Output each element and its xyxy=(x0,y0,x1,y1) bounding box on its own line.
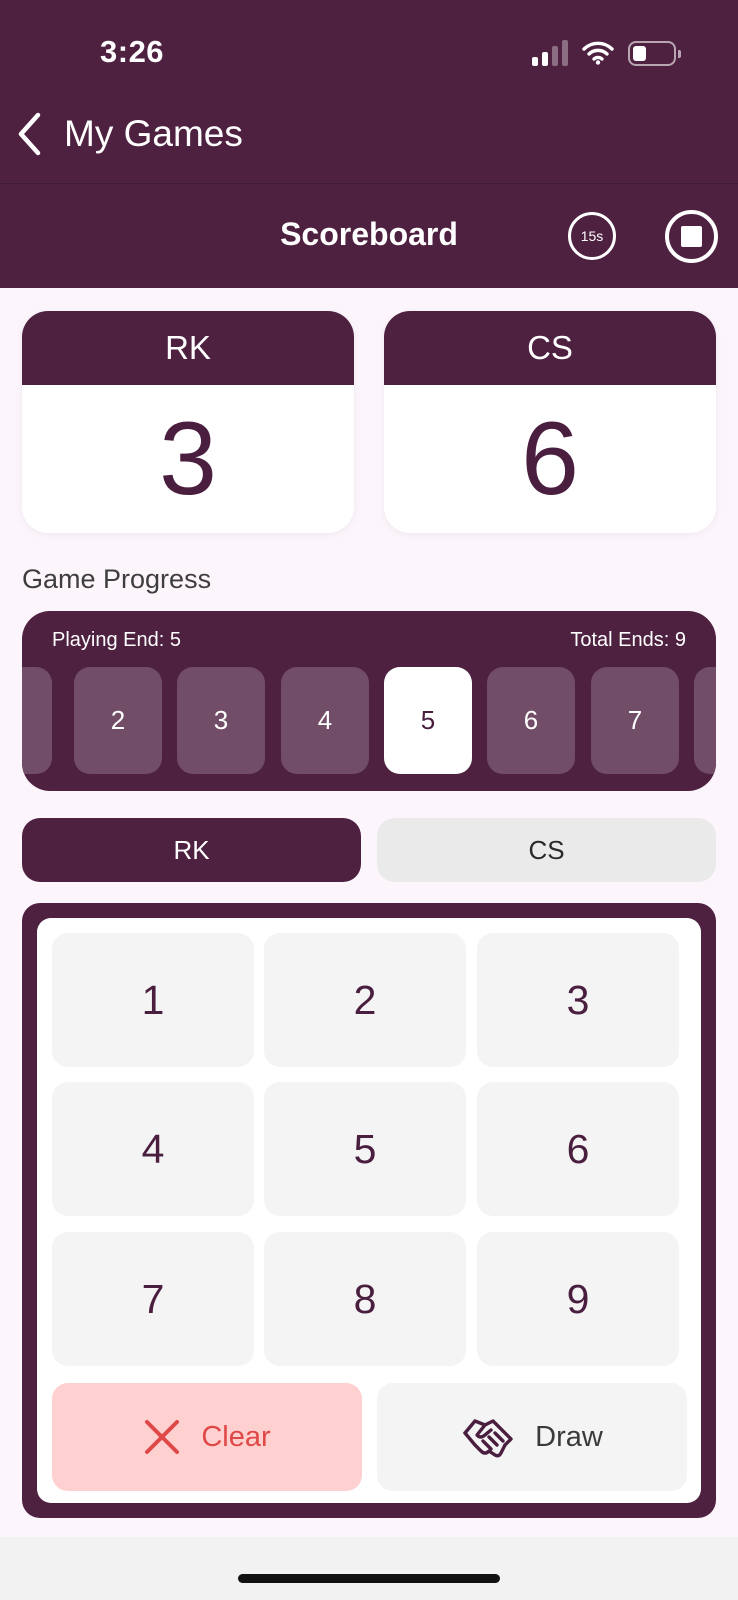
timer-button[interactable]: 15s xyxy=(568,212,616,260)
key-6[interactable]: 6 xyxy=(477,1082,679,1216)
handshake-icon xyxy=(463,1419,513,1458)
stop-button[interactable] xyxy=(665,210,718,263)
key-4[interactable]: 4 xyxy=(52,1082,254,1216)
team-score: 6 xyxy=(521,400,579,517)
team-toggle-rk[interactable]: RK xyxy=(22,818,361,882)
game-progress-label: Game Progress xyxy=(22,564,212,594)
team-card-cs: CS 6 xyxy=(384,311,716,533)
status-time: 3:26 xyxy=(100,34,165,69)
page-title: Scoreboard xyxy=(280,216,458,252)
keypad-frame: 1 2 3 4 5 6 7 8 9 Clear Draw xyxy=(22,903,716,1518)
clear-label: Clear xyxy=(201,1420,271,1453)
key-8[interactable]: 8 xyxy=(264,1232,466,1366)
key-3[interactable]: 3 xyxy=(477,933,679,1067)
home-indicator[interactable] xyxy=(238,1574,500,1583)
end-chip[interactable]: 2 xyxy=(74,667,162,774)
close-icon xyxy=(145,1420,180,1454)
key-7[interactable]: 7 xyxy=(52,1232,254,1366)
chevron-left-icon xyxy=(18,112,41,156)
team-name: RK xyxy=(22,311,354,385)
game-progress-card: Playing End: 5 Total Ends: 9 2 3 4 5 6 7 xyxy=(22,611,716,791)
end-chip[interactable]: 3 xyxy=(177,667,265,774)
end-chip-active[interactable]: 5 xyxy=(384,667,472,774)
back-button[interactable]: My Games xyxy=(16,112,243,156)
keypad: 1 2 3 4 5 6 7 8 9 Clear Draw xyxy=(37,918,701,1503)
team-card-rk: RK 3 xyxy=(22,311,354,533)
top-bar: 3:26 My Games Scoreboard 15s xyxy=(0,0,738,288)
nav-divider xyxy=(0,183,738,184)
key-5[interactable]: 5 xyxy=(264,1082,466,1216)
end-chip[interactable] xyxy=(22,667,52,774)
battery-icon xyxy=(628,40,681,66)
stop-icon xyxy=(681,226,702,247)
clear-button[interactable]: Clear xyxy=(52,1383,362,1491)
end-chip[interactable]: 6 xyxy=(487,667,575,774)
status-icons xyxy=(532,40,681,66)
draw-label: Draw xyxy=(535,1420,603,1453)
team-name: CS xyxy=(384,311,716,385)
ends-scroller[interactable]: 2 3 4 5 6 7 xyxy=(22,667,716,775)
team-score: 3 xyxy=(159,400,217,517)
key-2[interactable]: 2 xyxy=(264,933,466,1067)
bottom-safe-area xyxy=(0,1537,738,1600)
end-chip[interactable] xyxy=(694,667,716,774)
end-chip[interactable]: 7 xyxy=(591,667,679,774)
wifi-icon xyxy=(582,41,614,65)
total-ends-label: Total Ends: 9 xyxy=(570,629,686,651)
playing-end-label: Playing End: 5 xyxy=(52,629,181,651)
draw-button[interactable]: Draw xyxy=(377,1383,687,1491)
team-toggle-cs[interactable]: CS xyxy=(377,818,716,882)
key-1[interactable]: 1 xyxy=(52,933,254,1067)
key-9[interactable]: 9 xyxy=(477,1232,679,1366)
end-chip[interactable]: 4 xyxy=(281,667,369,774)
signal-icon xyxy=(532,40,568,66)
back-label: My Games xyxy=(64,113,243,154)
timer-label: 15s xyxy=(580,228,604,244)
